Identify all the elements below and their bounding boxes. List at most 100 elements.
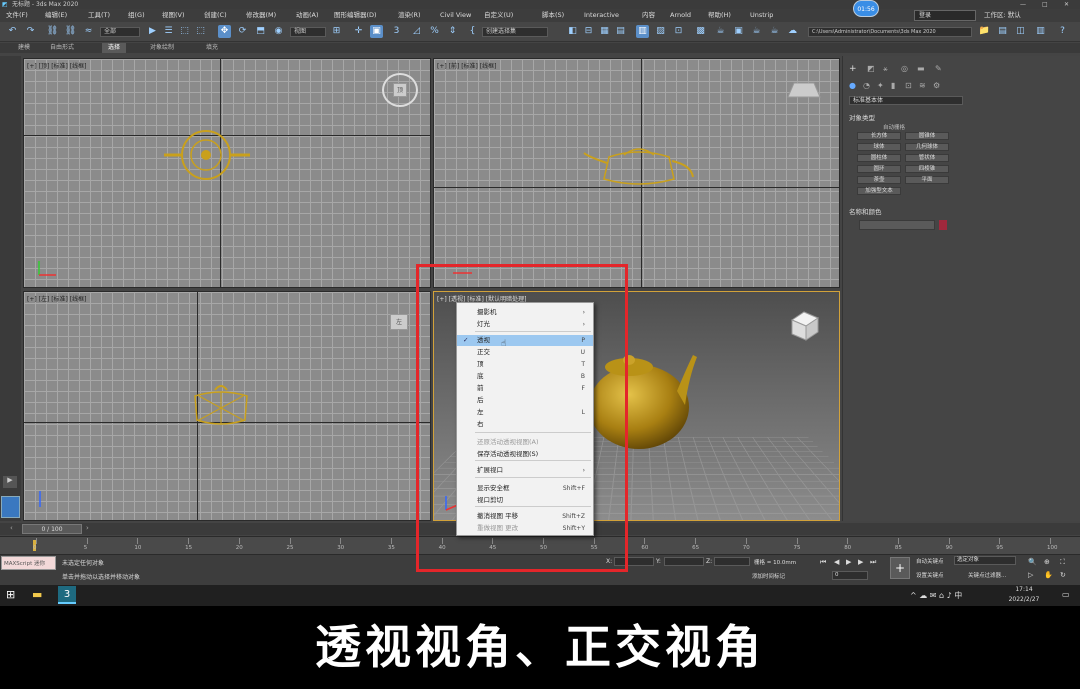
cone-button[interactable]: 圆锥体	[905, 132, 949, 140]
geosphere-button[interactable]: 几何球体	[905, 143, 949, 151]
menu-content[interactable]: 内容	[642, 9, 655, 22]
named-selection-set[interactable]: 创建选择集	[482, 27, 548, 37]
bind-spacewarp-icon[interactable]: ≈	[82, 25, 95, 38]
help-icon[interactable]: ?	[1056, 25, 1069, 38]
menu-help[interactable]: 帮助(H)	[708, 9, 731, 22]
utilities-tab-icon[interactable]: ✎	[935, 64, 942, 73]
file-explorer-icon[interactable]: ▬	[32, 588, 42, 601]
tab-populate[interactable]: 填充	[206, 43, 218, 53]
autogrid-checkbox[interactable]: 自动栅格	[883, 123, 905, 131]
mirror-icon[interactable]: ◧	[566, 25, 579, 38]
modify-tab-icon[interactable]: ◩	[867, 64, 875, 73]
scale-icon[interactable]: ⬒	[254, 25, 267, 38]
render-iterative-icon[interactable]: ☕	[768, 25, 781, 38]
current-frame-input[interactable]: 0	[832, 571, 868, 580]
menu-tools[interactable]: 工具(T)	[88, 9, 110, 22]
fov-icon[interactable]: ▷	[1028, 571, 1033, 579]
percent-snap-icon[interactable]: %	[428, 25, 441, 38]
placement-icon[interactable]: ◉	[272, 25, 285, 38]
select-by-name-icon[interactable]: ☰	[162, 25, 175, 38]
menu-scripting[interactable]: 脚本(S)	[542, 9, 564, 22]
tab-modeling[interactable]: 建模	[18, 43, 30, 53]
menu-customize[interactable]: 自定义(U)	[484, 9, 513, 22]
rendered-frame-icon[interactable]: ▣	[732, 25, 745, 38]
display-tab-icon[interactable]: ▬	[917, 64, 925, 73]
viewport-label[interactable]: [+] [左] [标准] [线框]	[27, 294, 86, 303]
zoom-extents-icon[interactable]: ⛶	[1060, 558, 1065, 567]
z-coord-field[interactable]	[714, 557, 750, 566]
sphere-button[interactable]: 球体	[857, 143, 901, 151]
viewcube-perspective[interactable]	[784, 308, 824, 344]
move-icon[interactable]: ✥	[218, 25, 231, 38]
minimize-button[interactable]: —	[1020, 0, 1026, 9]
keyboard-shortcut-icon[interactable]: ▣	[370, 25, 383, 38]
material-editor-icon[interactable]: ▩	[694, 25, 707, 38]
menu-unstrip[interactable]: Unstrip	[750, 9, 773, 22]
selection-filter-select[interactable]: 全部	[100, 27, 140, 37]
layer-explorer-icon[interactable]: ▦	[598, 25, 611, 38]
create-tab-icon[interactable]: +	[849, 64, 857, 74]
rotate-icon[interactable]: ⟳	[236, 25, 249, 38]
align-icon[interactable]: ⊟	[582, 25, 595, 38]
add-time-tag-button[interactable]: 添加时间标记	[752, 572, 785, 580]
viewcube-ring[interactable]: 顶	[382, 73, 418, 107]
teapot-top-view[interactable]	[154, 125, 264, 185]
tab-freeform[interactable]: 自由形式	[50, 43, 74, 53]
viewport-top[interactable]: [+] [顶] [标准] [线框] 顶	[23, 58, 431, 288]
cylinder-button[interactable]: 圆柱体	[857, 154, 901, 162]
category-select[interactable]: 标准基本体	[849, 96, 963, 105]
menu-civil-view[interactable]: Civil View	[440, 9, 471, 22]
menu-file[interactable]: 文件(F)	[6, 9, 28, 22]
windows-start-icon[interactable]: ⊞	[6, 588, 15, 601]
edit-named-sets-icon[interactable]: {	[466, 25, 479, 38]
close-button[interactable]: ✕	[1064, 0, 1069, 9]
menu-animation[interactable]: 动画(A)	[296, 9, 319, 22]
schematic-view-icon[interactable]: ⊡	[672, 25, 685, 38]
pan-icon[interactable]: ✋	[1044, 571, 1053, 579]
set-key-button[interactable]: 设置关键点	[916, 571, 944, 579]
viewcube-front[interactable]	[784, 77, 824, 103]
tube-button[interactable]: 管状体	[905, 154, 949, 162]
pyramid-button[interactable]: 四棱锥	[905, 165, 949, 173]
tab-selection[interactable]: 选择	[102, 43, 127, 53]
zoom-all-icon[interactable]: ⊕	[1044, 558, 1050, 566]
shapes-icon[interactable]: ◔	[863, 81, 870, 90]
maximize-button[interactable]: □	[1042, 0, 1048, 9]
manipulate-icon[interactable]: ✛	[352, 25, 365, 38]
undo-icon[interactable]: ↶	[6, 25, 19, 38]
system-tray-icons[interactable]: ^ ☁ ✉ ⌂ ♪ 中	[910, 590, 962, 601]
zoom-icon[interactable]: 🔍	[1028, 558, 1037, 566]
menu-create[interactable]: 创建(C)	[204, 9, 227, 22]
viewcube-face[interactable]: 左	[390, 314, 408, 330]
snaps-toggle-icon[interactable]: 3	[390, 25, 403, 38]
y-coord-field[interactable]	[664, 557, 704, 566]
systems-icon[interactable]: ⚙	[933, 81, 940, 90]
angle-snap-icon[interactable]: ◿	[410, 25, 423, 38]
rect-selection-icon[interactable]: ⬚	[178, 25, 191, 38]
cameras-icon[interactable]: ▮	[891, 81, 895, 90]
asset-tracking-icon[interactable]: ◫	[1014, 25, 1027, 38]
3dsmax-taskbar-icon[interactable]: 3	[58, 586, 76, 604]
name-color-header[interactable]: 名称和颜色	[849, 206, 882, 216]
menu-modifiers[interactable]: 修改器(M)	[246, 9, 276, 22]
set-key-icon[interactable]: +	[890, 557, 910, 579]
time-slider-thumb[interactable]: 0 / 100	[22, 524, 82, 534]
toggle-ribbon-icon[interactable]: ▤	[614, 25, 627, 38]
spacewarps-icon[interactable]: ≋	[919, 81, 926, 90]
reference-coord-select[interactable]: 视图	[290, 27, 326, 37]
menu-edit[interactable]: 编辑(E)	[45, 9, 67, 22]
viewport-label[interactable]: [+] [前] [标准] [线框]	[437, 61, 496, 70]
viewport-layout-icon[interactable]	[1, 496, 20, 518]
render-production-icon[interactable]: ☕	[750, 25, 763, 38]
tab-object-paint[interactable]: 对象绘制	[150, 43, 174, 53]
go-start-icon[interactable]: ⏮	[820, 558, 826, 567]
project-path[interactable]: C:\Users\Administrator\Documents\3ds Max…	[808, 27, 972, 37]
hierarchy-tab-icon[interactable]: ⚹	[883, 64, 888, 74]
menu-rendering[interactable]: 渲染(R)	[398, 9, 421, 22]
helpers-icon[interactable]: ⊡	[905, 81, 912, 90]
teapot-front-view[interactable]	[579, 139, 699, 189]
menu-views[interactable]: 视图(V)	[162, 9, 185, 22]
menu-arnold[interactable]: Arnold	[670, 9, 691, 22]
window-crossing-icon[interactable]: ⬚	[194, 25, 207, 38]
box-button[interactable]: 长方体	[857, 132, 901, 140]
